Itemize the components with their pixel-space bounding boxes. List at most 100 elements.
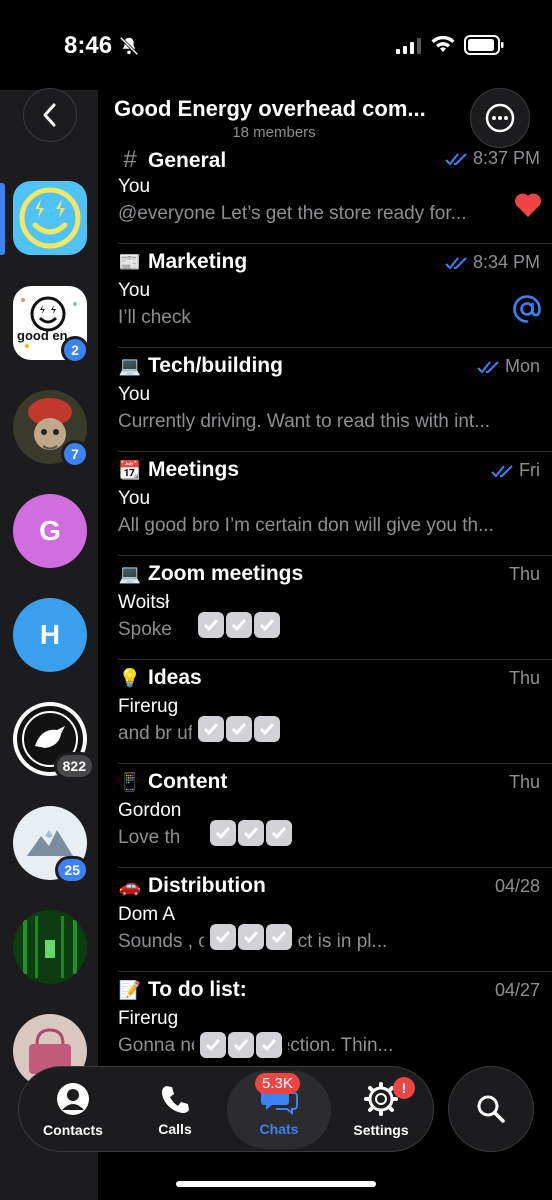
topic-title: 🚗 Distribution <box>118 874 266 897</box>
checkmark-icon <box>266 820 292 846</box>
topic-title: # General <box>118 146 226 174</box>
newspaper-icon: 📰 <box>118 252 142 272</box>
topic-sender: Gordon <box>118 800 182 821</box>
forest-avatar <box>13 910 87 984</box>
rail-item-forest[interactable] <box>13 910 87 984</box>
checkmark-icon <box>238 924 264 950</box>
topic-time: Thu <box>508 564 540 584</box>
rail-item-cat[interactable]: 7 <box>13 390 89 468</box>
topic-row-distribution[interactable]: 🚗Distribution 04/28 Dom A Sounds , once … <box>98 868 552 972</box>
topic-time: 8:34 PM <box>445 252 540 273</box>
unread-badge: 7 <box>61 440 89 468</box>
rail-item-bird[interactable]: 822 <box>13 702 95 780</box>
topic-preview: All good bro I’m certain don will give y… <box>118 515 494 536</box>
smiley-avatar <box>13 181 87 255</box>
rail-item-h[interactable]: H <box>13 598 87 672</box>
search-icon <box>477 1095 505 1123</box>
double-check-icon <box>445 256 467 269</box>
topic-preview: Currently driving. Want to read this wit… <box>118 411 491 432</box>
bell-muted-icon <box>119 36 139 56</box>
topic-title: 📝 To do list: <box>118 978 247 1001</box>
redaction-checkmarks <box>194 1028 288 1062</box>
search-button[interactable] <box>448 1066 534 1152</box>
topic-row-meetings[interactable]: 📆 Meetings Fri You All good bro I’m certa… <box>98 452 552 556</box>
unread-badge: 25 <box>55 856 89 884</box>
topic-preview: Love th <box>118 827 181 848</box>
person-icon <box>57 1083 89 1115</box>
brand-avatar-text: good en <box>17 328 68 343</box>
status-time: 8:46 <box>64 32 113 59</box>
topic-row-to-do-list[interactable]: 📝To do list: 04/27 Firerug Gonna ne upda… <box>98 972 552 1076</box>
member-count: 18 members <box>232 124 316 141</box>
redaction-checkmarks <box>192 608 286 642</box>
topic-time: Thu <box>508 668 540 688</box>
topic-sender: Woitsł <box>118 592 170 613</box>
letter-avatar-h: H <box>13 598 87 672</box>
topic-title: 💻 Zoom meetings <box>118 562 304 585</box>
settings-alert-badge: ! <box>393 1077 415 1099</box>
double-check-icon <box>445 152 467 165</box>
rail-selected-indicator <box>0 183 5 255</box>
tab-contacts[interactable]: Contacts <box>21 1067 125 1153</box>
home-indicator[interactable] <box>176 1181 376 1187</box>
chats-unread-badge: 5.3K <box>255 1073 300 1094</box>
topic-title: 💻 Tech/building <box>118 354 283 377</box>
more-dots-icon <box>485 103 515 133</box>
topic-time: 04/27 <box>494 980 540 1000</box>
tab-calls[interactable]: Calls <box>123 1067 227 1153</box>
rail-item-g[interactable]: G <box>13 494 87 568</box>
topic-title: 📱 Content <box>118 770 228 793</box>
laptop-icon: 💻 <box>118 564 142 584</box>
topic-preview: Spoke <box>118 619 172 640</box>
tab-bar: Contacts Calls Chats 5.3K Settings ! <box>18 1066 434 1152</box>
car-icon: 🚗 <box>118 876 142 896</box>
topic-time: Mon <box>477 356 540 377</box>
topic-row-general[interactable]: # General 8:37 PM You @everyone Let’s get… <box>98 140 552 244</box>
page-title[interactable]: Good Energy overhead com... <box>114 96 444 122</box>
topic-preview: Gonna ne update section. Thin... <box>118 1035 394 1056</box>
letter-avatar-g: G <box>13 494 87 568</box>
topic-sender: Firerug <box>118 1008 179 1029</box>
topic-row-marketing[interactable]: 📰 Marketing 8:34 PM You I’ll check <box>98 244 552 348</box>
lightbulb-icon: 💡 <box>118 668 142 688</box>
topic-title: 📆 Meetings <box>118 458 240 481</box>
topic-preview: Sounds , once contract is in pl... <box>118 931 388 952</box>
topic-preview: I’ll check <box>118 307 191 328</box>
redaction-checkmarks <box>192 712 286 746</box>
wifi-icon <box>431 35 455 52</box>
checkmark-icon <box>226 612 252 638</box>
rail-item-mountain[interactable]: 25 <box>13 806 89 884</box>
checkmark-icon <box>238 820 264 846</box>
topic-row-tech-building[interactable]: 💻 Tech/building Mon You Currently driving… <box>98 348 552 452</box>
topic-sender: You <box>118 176 151 197</box>
more-button[interactable] <box>470 88 530 148</box>
heart-reaction-icon <box>515 193 541 217</box>
laptop-icon: 💻 <box>118 356 142 376</box>
checkmark-icon <box>256 1032 282 1058</box>
checkmark-icon <box>210 820 236 846</box>
status-bar: 8:46 <box>0 0 552 90</box>
rail-item-good-energy[interactable] <box>13 181 87 255</box>
topic-row-content[interactable]: 📱 Content Thu Gordon Love th <box>98 764 552 868</box>
topic-row-ideas[interactable]: 💡 Ideas Thu Firerug and br uff <box>98 660 552 764</box>
checkmark-icon <box>200 1032 226 1058</box>
memo-icon: 📝 <box>118 980 142 1000</box>
rail-item-good-energy-brand[interactable]: good en 2 <box>13 286 89 364</box>
back-button[interactable] <box>23 88 77 142</box>
topic-preview: and br uff <box>118 723 198 744</box>
tab-settings[interactable]: Settings ! <box>329 1067 433 1153</box>
double-check-icon <box>491 464 513 477</box>
battery-icon <box>464 35 504 55</box>
topic-time: Fri <box>491 460 540 481</box>
redaction-checkmarks <box>204 816 298 850</box>
redaction-checkmarks <box>204 920 298 954</box>
topic-sender: Firerug <box>118 696 179 717</box>
checkmark-icon <box>228 1032 254 1058</box>
topic-sender: Dom A <box>118 904 176 925</box>
topic-row-zoom-meetings[interactable]: 💻 Zoom meetings Thu Woitsł Spoke <box>98 556 552 660</box>
checkmark-icon <box>266 924 292 950</box>
topic-time: 04/28 <box>494 876 540 896</box>
tab-chats[interactable]: Chats 5.3K <box>227 1071 331 1149</box>
signal-icon <box>396 38 421 54</box>
topic-sender: You <box>118 488 151 509</box>
